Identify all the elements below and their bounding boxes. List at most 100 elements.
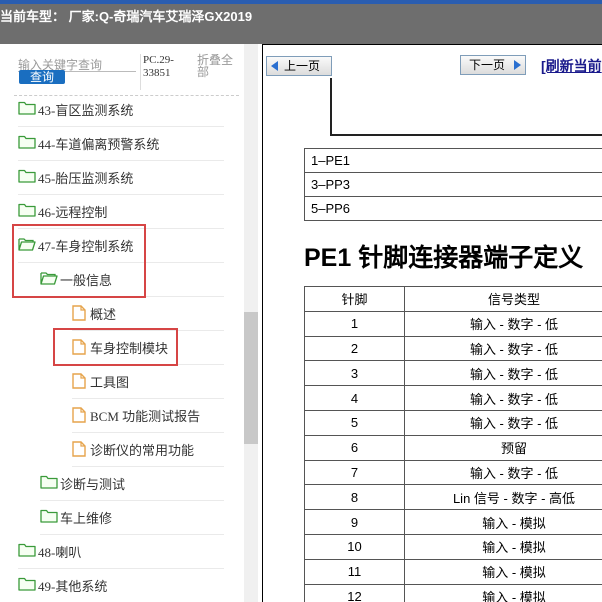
pin-number-cell: 4 <box>304 385 405 411</box>
folder-icon <box>18 135 36 153</box>
signal-type-cell: 输入 - 模拟 <box>404 558 602 585</box>
list-item: 3–PP3 <box>304 172 602 197</box>
signal-type-cell: 输入 - 模拟 <box>404 509 602 535</box>
table-row: 3 输入 - 数字 - 低 <box>304 360 602 387</box>
folder-icon <box>18 169 36 187</box>
pin-number-cell: 9 <box>304 509 405 535</box>
tree-item-label: BCM 功能测试报告 <box>90 409 201 424</box>
folder-icon <box>40 509 58 527</box>
tree-item[interactable]: 车上维修 <box>40 500 224 535</box>
doc-toolbar: 上一页 下一页 [刷新当前 <box>262 44 602 78</box>
collapse-all-button[interactable]: 折叠全部 <box>197 54 239 78</box>
table-row: 4 输入 - 数字 - 低 <box>304 385 602 411</box>
pin-number-cell: 5 <box>304 409 405 436</box>
tree-item-label: 车上维修 <box>60 511 113 526</box>
list-item: 5–PP6 <box>304 196 602 221</box>
tree-item[interactable]: 43-盲区监测系统 <box>18 92 224 127</box>
table-row: 2 输入 - 数字 - 低 <box>304 335 602 362</box>
tree-item[interactable]: 诊断仪的常用功能 <box>72 432 224 467</box>
pin-number-cell: 10 <box>304 533 405 560</box>
pin-number-cell: 2 <box>304 335 405 362</box>
folder-icon <box>18 101 36 119</box>
signal-type-cell: 输入 - 数字 - 低 <box>404 459 602 486</box>
page-icon <box>72 305 86 325</box>
table-row: 1 输入 - 数字 - 低 <box>304 310 602 337</box>
pin-number-cell: 8 <box>304 484 405 511</box>
document-pane: 上一页 下一页 [刷新当前 1–PE1 3–PP3 5–PP6 PE1 针脚连接器端… <box>262 44 602 602</box>
signal-type-cell: 输入 - 数字 - 低 <box>404 385 602 411</box>
tree-item-label: 工具图 <box>90 375 130 390</box>
tree-item[interactable]: BCM 功能测试报告 <box>72 398 224 433</box>
next-page-button[interactable]: 下一页 <box>460 55 526 75</box>
arrow-left-icon <box>271 61 278 71</box>
page-icon <box>72 373 86 393</box>
next-page-label: 下一页 <box>469 58 506 72</box>
table-row: 12 输入 - 模拟 <box>304 583 602 602</box>
prev-page-button[interactable]: 上一页 <box>266 56 332 76</box>
signal-type-cell: 预留 <box>404 434 602 461</box>
pin-number-cell: 7 <box>304 459 405 486</box>
pane-border-left <box>262 44 263 602</box>
connector-label: 5–PP6 <box>304 196 602 221</box>
col-header-pin: 针脚 <box>304 286 405 312</box>
scrollbar-thumb[interactable] <box>244 312 258 444</box>
pin-definition-table: 针脚 信号类型 1 输入 - 数字 - 低 2 输入 - 数字 - 低 3 输入 - 数字… <box>304 286 602 602</box>
pin-number-cell: 6 <box>304 434 405 461</box>
connector-label: 3–PP3 <box>304 172 602 197</box>
signal-type-cell: 输入 - 数字 - 低 <box>404 335 602 362</box>
pin-number-cell: 3 <box>304 360 405 387</box>
page-icon <box>72 407 86 427</box>
signal-type-cell: 输入 - 数字 - 低 <box>404 409 602 436</box>
table-row: 9 输入 - 模拟 <box>304 509 602 535</box>
table-row: 10 输入 - 模拟 <box>304 533 602 560</box>
tree-item-label: 45-胎压监测系统 <box>38 171 134 186</box>
tree-item-label: 概述 <box>90 307 117 322</box>
signal-type-cell: 输入 - 模拟 <box>404 533 602 560</box>
prev-page-label: 上一页 <box>284 59 321 73</box>
arrow-right-icon <box>514 60 521 70</box>
diagram-bracket <box>330 78 602 136</box>
signal-type-cell: 输入 - 数字 - 低 <box>404 310 602 337</box>
model-code: PC.29-33851 <box>143 54 174 79</box>
list-item: 1–PE1 <box>304 148 602 173</box>
pin-number-cell: 1 <box>304 310 405 337</box>
folder-icon <box>18 543 36 561</box>
window-title: 当前车型： 厂家:Q-奇瑞汽车艾瑞泽GX2019 <box>0 9 253 24</box>
nav-scrollbar[interactable] <box>244 44 258 602</box>
tree-item[interactable]: 45-胎压监测系统 <box>18 160 224 195</box>
tree-item[interactable]: 49-其他系统 <box>18 568 224 602</box>
tree-item-label: 诊断仪的常用功能 <box>90 443 195 458</box>
refresh-link[interactable]: [刷新当前 <box>541 56 602 76</box>
title-strip <box>0 0 602 4</box>
tree-item-label: 48-喇叭 <box>38 545 82 560</box>
col-header-signal: 信号类型 <box>404 286 602 312</box>
pin-number-cell: 11 <box>304 558 405 585</box>
tree-item-label: 诊断与测试 <box>60 477 126 492</box>
tree-item-label: 43-盲区监测系统 <box>38 103 134 118</box>
tree-item-label: 44-车道偏离预警系统 <box>38 137 160 152</box>
folder-icon <box>18 203 36 221</box>
tree-item-label: 49-其他系统 <box>38 579 108 594</box>
tree-item[interactable]: 概述 <box>72 296 224 331</box>
table-row: 7 输入 - 数字 - 低 <box>304 459 602 486</box>
query-button[interactable]: 查询 <box>19 70 65 84</box>
tree-item[interactable]: 工具图 <box>72 364 224 399</box>
signal-type-cell: Lin 信号 - 数字 - 高低 <box>404 484 602 511</box>
title-bar: 当前车型： 厂家:Q-奇瑞汽车艾瑞泽GX2019 <box>0 0 602 44</box>
table-row: 8 Lin 信号 - 数字 - 高低 <box>304 484 602 511</box>
tree-item[interactable]: 48-喇叭 <box>18 534 224 569</box>
highlight-box-body-control <box>12 224 146 298</box>
table-row: 11 输入 - 模拟 <box>304 558 602 585</box>
tree-item[interactable]: 44-车道偏离预警系统 <box>18 126 224 161</box>
page-icon <box>72 441 86 461</box>
pin-number-cell: 12 <box>304 583 405 602</box>
left-nav-pane: 输入关键字查询 查询 PC.29-33851 折叠全部 43-盲区监测系统 44-… <box>0 44 262 602</box>
connector-label: 1–PE1 <box>304 148 602 173</box>
folder-icon <box>40 475 58 493</box>
header-divider <box>140 54 141 90</box>
section-heading: PE1 针脚连接器端子定义 <box>304 244 584 272</box>
table-row: 5 输入 - 数字 - 低 <box>304 409 602 436</box>
folder-icon <box>18 577 36 595</box>
tree-item[interactable]: 诊断与测试 <box>40 466 224 501</box>
table-row: 6 预留 <box>304 434 602 461</box>
